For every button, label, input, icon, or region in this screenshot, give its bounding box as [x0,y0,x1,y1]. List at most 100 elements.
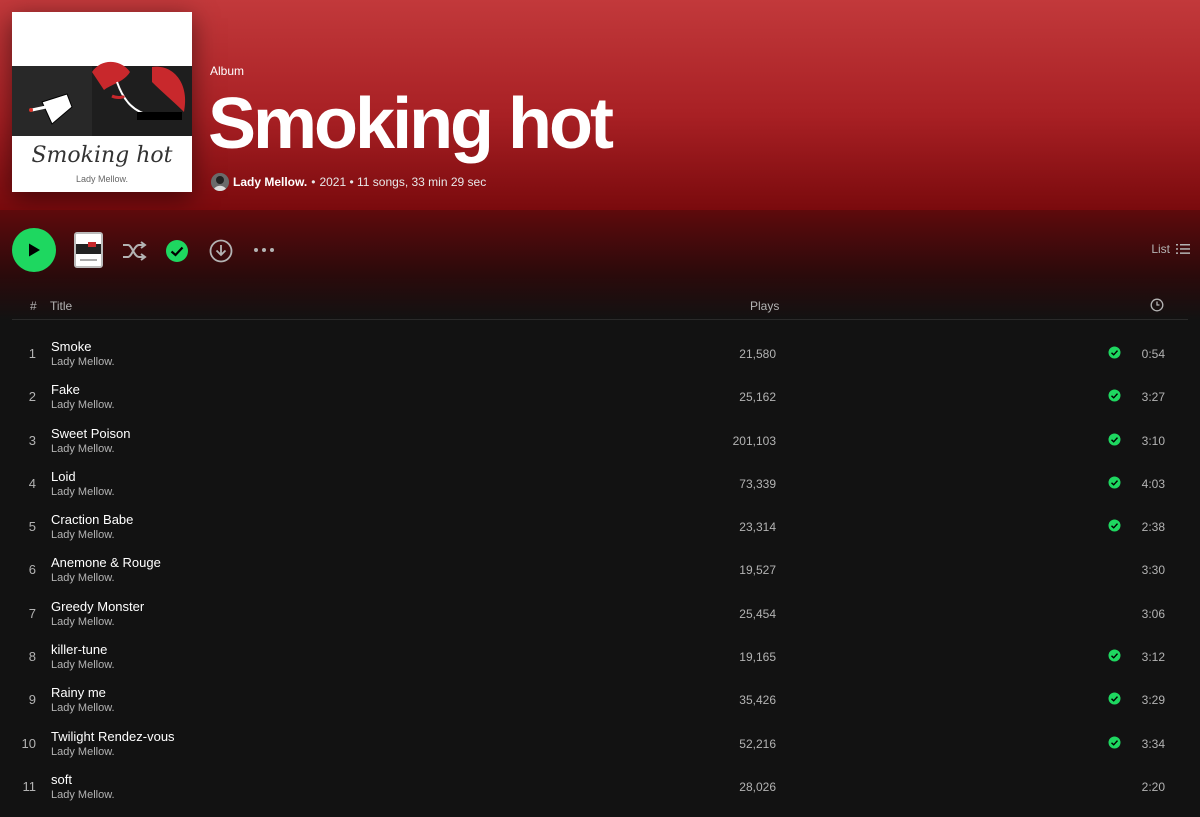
track-duration: 3:12 [1141,650,1165,665]
column-title[interactable]: Title [50,299,72,313]
track-row[interactable]: 2 Fake Lady Mellow. 25,162 3:27 [12,374,1188,417]
play-button[interactable] [12,228,56,272]
track-row[interactable]: 6 Anemone & Rouge Lady Mellow. 19,527 3:30 [12,547,1188,590]
track-number: 8 [28,649,36,665]
track-plays: 28,026 [739,779,776,794]
track-plays: 35,426 [739,693,776,708]
track-title[interactable]: Greedy Monster [51,599,144,614]
track-row[interactable]: 11 soft Lady Mellow. 28,026 2:20 [12,764,1188,807]
track-row[interactable]: 5 Craction Babe Lady Mellow. 23,314 2:38 [12,504,1188,547]
column-plays[interactable]: Plays [750,299,779,313]
track-duration: 3:34 [1141,736,1165,751]
track-number: 3 [28,432,36,448]
saved-check-icon[interactable] [1108,476,1121,489]
track-plays: 19,165 [739,650,776,665]
track-row[interactable]: 3 Sweet Poison Lady Mellow. 201,103 3:10 [12,418,1188,461]
track-duration: 4:03 [1141,476,1165,491]
album-type-label: Album [210,64,245,78]
track-title[interactable]: Loid [51,469,76,484]
track-number: 9 [28,692,36,708]
track-duration: 3:30 [1141,563,1165,578]
artist-link[interactable]: Lady Mellow. [233,175,307,189]
saved-check-icon[interactable] [1108,736,1121,749]
track-number: 4 [28,475,36,491]
track-number: 10 [21,735,36,751]
track-row[interactable]: 8 killer-tune Lady Mellow. 19,165 3:12 [12,634,1188,677]
track-artist[interactable]: Lady Mellow. [51,659,115,671]
clock-icon [1150,298,1164,312]
album-cover[interactable]: Smoking hot Lady Mellow. [12,12,192,192]
track-artist[interactable]: Lady Mellow. [51,702,115,714]
track-artist[interactable]: Lady Mellow. [51,616,115,628]
artist-avatar[interactable] [211,173,229,191]
play-icon [29,243,40,257]
track-artist[interactable]: Lady Mellow. [51,529,115,541]
saved-check-icon[interactable] [165,239,189,263]
track-plays: 73,339 [739,476,776,491]
more-options-icon[interactable] [252,246,276,254]
track-number: 2 [28,389,36,405]
track-title[interactable]: killer-tune [51,642,107,657]
track-list-header: # Title Plays [12,296,1188,320]
track-plays: 21,580 [739,347,776,361]
track-number: 6 [28,562,36,578]
track-duration: 0:54 [1141,347,1165,361]
saved-check-icon[interactable] [1108,433,1121,446]
track-title[interactable]: soft [51,772,72,787]
track-number: 11 [22,778,37,794]
track-row[interactable]: 1 Smoke Lady Mellow. 21,580 0:54 [12,331,1188,374]
track-duration: 3:10 [1141,433,1165,448]
track-artist[interactable]: Lady Mellow. [51,356,115,368]
track-duration: 2:20 [1141,779,1165,794]
list-icon [1176,244,1190,254]
saved-check-icon[interactable] [1108,519,1121,532]
album-header: Smoking hot Lady Mellow. Album Smoking h… [0,0,1200,210]
cover-thumbnail[interactable] [74,232,103,268]
cover-artist-text: Lady Mellow. [76,174,128,184]
track-list: 1 Smoke Lady Mellow. 21,580 0:54 2 Fake Lady Me… [12,331,1188,807]
saved-check-icon[interactable] [1108,649,1121,662]
saved-check-icon[interactable] [1108,346,1121,359]
track-artist[interactable]: Lady Mellow. [51,486,115,498]
track-row[interactable]: 10 Twilight Rendez-vous Lady Mellow. 52,216… [12,721,1188,764]
track-plays: 25,162 [739,390,776,405]
track-plays: 19,527 [739,563,776,578]
track-plays: 201,103 [732,433,776,448]
track-title[interactable]: Rainy me [51,685,106,700]
saved-check-icon[interactable] [1108,692,1121,705]
track-plays: 23,314 [739,520,776,535]
download-icon[interactable] [209,239,233,263]
view-mode-label: List [1151,242,1170,256]
track-artist[interactable]: Lady Mellow. [51,572,115,584]
track-number: 5 [28,519,36,535]
cover-title-text: Smoking hot [31,143,172,168]
track-row[interactable]: 9 Rainy me Lady Mellow. 35,426 3:29 [12,677,1188,720]
meta-separator: • [311,175,316,189]
track-number: 1 [28,346,36,361]
saved-check-icon[interactable] [1108,389,1121,402]
album-meta: Lady Mellow. • 2021 • 11 songs, 33 min 2… [211,173,486,191]
track-title[interactable]: Sweet Poison [51,426,131,441]
track-title[interactable]: Fake [51,382,80,397]
track-artist[interactable]: Lady Mellow. [51,443,115,455]
track-duration: 3:29 [1141,693,1165,708]
column-number: # [30,299,37,313]
page-title: Smoking hot [208,84,614,164]
track-title[interactable]: Anemone & Rouge [51,555,161,570]
track-row[interactable]: 7 Greedy Monster Lady Mellow. 25,454 3:06 [12,591,1188,634]
track-duration: 3:06 [1141,606,1165,621]
shuffle-icon[interactable] [121,240,147,262]
track-number: 7 [28,605,36,621]
track-title[interactable]: Craction Babe [51,512,133,527]
track-artist[interactable]: Lady Mellow. [51,789,115,801]
album-details: 2021 • 11 songs, 33 min 29 sec [319,175,487,189]
track-artist[interactable]: Lady Mellow. [51,399,115,411]
view-mode-toggle[interactable]: List [1151,242,1190,256]
track-title[interactable]: Twilight Rendez-vous [51,729,175,744]
track-duration: 2:38 [1141,520,1165,535]
track-title[interactable]: Smoke [51,339,91,354]
track-duration: 3:27 [1141,390,1165,405]
track-plays: 52,216 [739,736,776,751]
track-row[interactable]: 4 Loid Lady Mellow. 73,339 4:03 [12,461,1188,504]
track-artist[interactable]: Lady Mellow. [51,746,115,758]
